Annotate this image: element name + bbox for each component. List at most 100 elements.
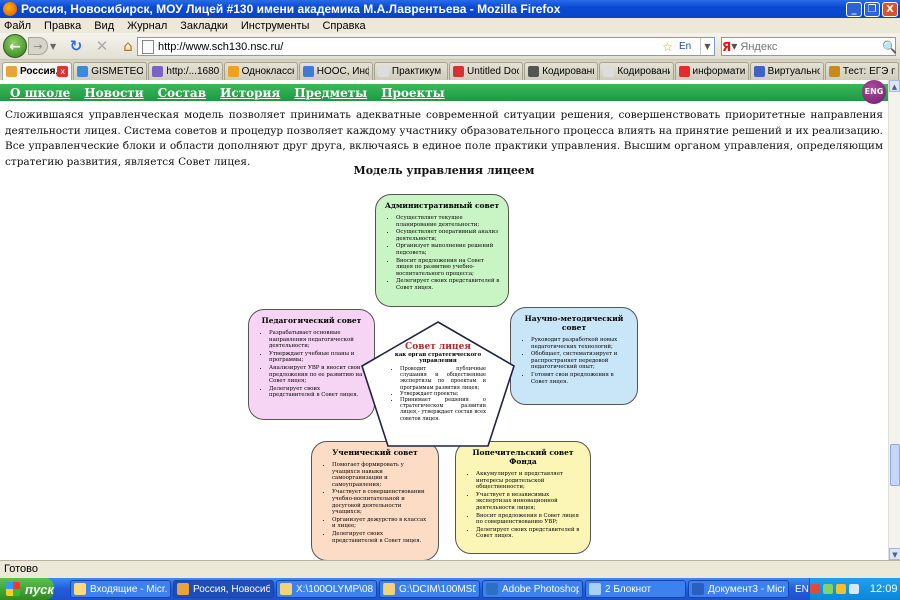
taskbar-item[interactable]: Входящие - Micr... [70,580,171,598]
address-bar[interactable]: http://www.sch130.nsc.ru/ ☆ En ▼ [137,37,715,56]
taskbar-item[interactable]: Adobe Photoshop [482,580,583,598]
close-button[interactable]: X [882,1,898,17]
menu-bar: Файл Правка Вид Журнал Закладки Инструме… [0,18,900,33]
tray-network-icon[interactable] [822,584,833,594]
tab-label: http:/...16801 [166,66,218,77]
menu-file[interactable]: Файл [4,20,31,32]
lyceum-council-item: Принимает решения о стратегическом разви… [400,397,486,422]
tab[interactable]: Виртуально... [749,62,824,80]
language-badge[interactable]: En [679,41,697,52]
tab-label: GISMETEO.R... [91,66,144,77]
tab[interactable]: http:/...16801 [148,62,223,80]
vertical-scrollbar[interactable]: ▲ ▼ [888,80,900,560]
search-icon[interactable]: 🔍 [882,40,897,54]
english-version-button[interactable]: ENG [862,80,886,104]
tab-label: Untitled Doc... [467,66,519,77]
tab[interactable]: Кодировани... [524,62,599,80]
tab[interactable]: НООС, Инф... [298,62,373,80]
admin-council-item: Делегирует своих представителей в Совет … [396,278,500,291]
menu-history[interactable]: Журнал [127,20,167,32]
reload-icon[interactable]: ↻ [66,36,86,56]
tab-favicon [377,66,389,77]
admin-council-item: Организует выполнение решений педсовета; [396,243,500,256]
taskbar-item-active[interactable]: Россия, Новосиб... [173,580,274,598]
task-label: X:\100OLYMP\080... [296,583,373,595]
maximize-button[interactable]: ❐ [864,1,880,17]
taskbar-item[interactable]: G:\DCIM\100MSDCF [379,580,480,598]
scroll-up-arrow-icon[interactable]: ▲ [889,80,900,92]
nav-subjects[interactable]: Предметы [294,86,367,100]
tab-active[interactable]: Россия, ... x [2,62,73,80]
bookmark-star-icon[interactable]: ☆ [662,40,673,54]
tab-favicon [302,66,314,77]
search-input[interactable] [740,40,883,53]
back-button[interactable]: ← [3,34,27,58]
tab[interactable]: Untitled Doc... [449,62,524,80]
tab[interactable]: Тест: ЕГЭ п... [824,62,899,80]
page-icon [142,39,154,54]
input-language-indicator[interactable]: EN [795,584,809,595]
trustee-council-item: Аккумулирует и представляет интересы род… [476,471,582,491]
tab[interactable]: Кодировани... [599,62,674,80]
tab-favicon [828,66,840,77]
tab[interactable]: Практикум ... [373,62,449,80]
menu-bookmarks[interactable]: Закладки [180,20,228,32]
lyceum-council-content: Совет лицея как орган стратегического уп… [390,342,486,422]
tab-favicon [77,66,89,77]
nav-history[interactable]: История [220,86,280,100]
scroll-down-arrow-icon[interactable]: ▼ [889,548,900,560]
task-icon [383,583,395,595]
clock[interactable]: 12:09 [870,583,898,595]
start-label: пуск [25,581,54,597]
system-tray: 12:09 [808,578,900,600]
history-dropdown-icon[interactable]: ▼ [50,42,60,51]
intro-paragraph: Сложившаяся управленческая модель позвол… [5,109,883,168]
tray-app-icon[interactable] [835,584,846,594]
tab[interactable]: Одноклассн... [223,62,298,80]
menu-edit[interactable]: Правка [44,20,81,32]
windows-logo-icon [6,582,20,596]
search-engine-dropdown-icon[interactable]: ▼ [731,42,737,51]
taskbar-item[interactable]: X:\100OLYMP\080... [276,580,377,598]
tab-label: Тест: ЕГЭ п... [842,66,895,77]
nav-staff[interactable]: Состав [158,86,206,100]
tab-favicon [678,66,690,77]
tray-antivirus-icon[interactable] [809,584,820,594]
task-label: Документ3 - Micr... [708,583,785,595]
nav-about[interactable]: О школе [10,86,70,100]
address-url[interactable]: http://www.sch130.nsc.ru/ [158,41,662,53]
start-button[interactable]: пуск [0,578,54,600]
tab[interactable]: информатик... [674,62,749,80]
taskbar-item[interactable]: 2 Блокнот [585,580,686,598]
scroll-thumb[interactable] [890,444,900,486]
tab-label: Россия, ... [20,66,58,77]
menu-view[interactable]: Вид [94,20,114,32]
scientific-council-box: Научно-методический совет Руководит разр… [510,307,638,405]
nav-projects[interactable]: Проекты [381,86,445,100]
task-label: 2 Блокнот [605,583,652,595]
site-navigation: О школе Новости Состав История Предметы … [0,84,888,101]
minimize-button[interactable]: _ [846,1,862,17]
tray-volume-icon[interactable] [848,584,859,594]
lyceum-council-subtitle: как орган стратегического управления [394,352,482,364]
url-dropdown-icon[interactable]: ▼ [700,38,714,55]
task-icon [177,583,189,595]
student-council-title: Ученический совет [332,448,418,457]
lyceum-council-pentagon: Совет лицея как орган стратегического уп… [358,320,518,448]
stop-icon[interactable]: ✕ [92,36,112,56]
tab-favicon [152,66,164,77]
taskbar-item[interactable]: Документ3 - Micr... [688,580,789,598]
forward-button[interactable]: → [28,37,48,55]
tab-label: Кодировани... [617,66,669,77]
nav-news[interactable]: Новости [84,86,143,100]
yandex-icon[interactable]: Я [722,40,731,54]
search-bar[interactable]: Я ▼ 🔍 [721,37,897,56]
menu-tools[interactable]: Инструменты [241,20,310,32]
tab-close-icon[interactable]: x [57,66,69,77]
admin-council-box: Административный совет Осуществляет теку… [375,194,509,307]
home-icon[interactable]: ⌂ [118,36,138,56]
tab[interactable]: GISMETEO.R... [73,62,148,80]
pedagogical-council-item: Делегирует своих представителей в Совет … [269,386,366,399]
admin-council-title: Административный совет [384,201,500,210]
menu-help[interactable]: Справка [322,20,365,32]
